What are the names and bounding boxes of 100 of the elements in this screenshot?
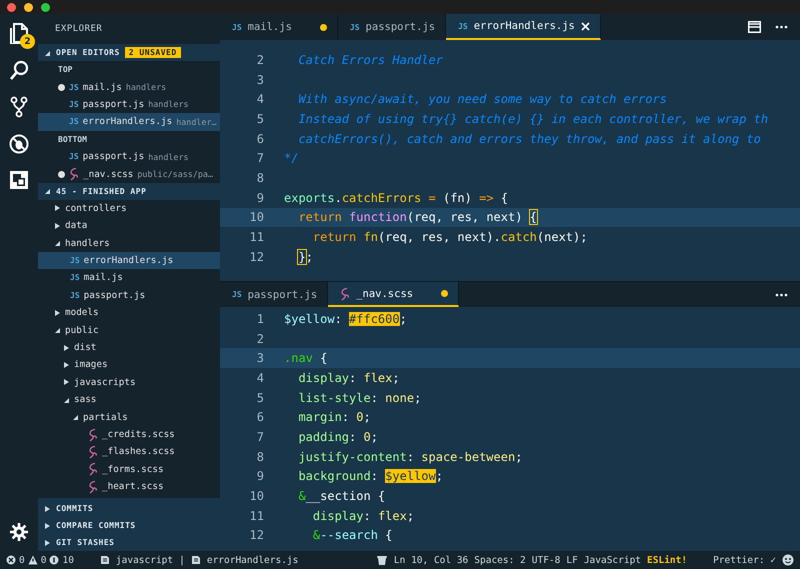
- line-number: 4: [256, 370, 265, 385]
- file-item[interactable]: _credits.scss: [38, 426, 220, 444]
- file-name: passport.js: [84, 290, 146, 301]
- language-mode[interactable]: JavaScript: [584, 554, 642, 566]
- collapsed-arrow-icon[interactable]: [54, 308, 61, 317]
- files-icon[interactable]: [9, 22, 29, 44]
- collapsed-arrow-icon[interactable]: [54, 222, 61, 230]
- folder-name: controllers: [65, 202, 127, 214]
- line-number: 8: [256, 170, 265, 185]
- file-item[interactable]: _heart.scss: [38, 478, 220, 496]
- js-file-icon: JS: [350, 22, 360, 32]
- folder-item[interactable]: dist: [38, 338, 220, 356]
- folder-item[interactable]: public: [38, 321, 220, 339]
- language-scope[interactable]: javascript: [116, 554, 174, 566]
- extensions-icon[interactable]: [9, 170, 29, 190]
- source-control-icon[interactable]: [9, 96, 29, 118]
- line-number: 8: [256, 450, 265, 464]
- project-header[interactable]: 45 - FINISHED APP: [38, 182, 220, 200]
- file-item[interactable]: JS errorHandlers.js: [38, 252, 220, 270]
- section-title: COMMITS: [56, 504, 94, 513]
- file-name: mail.js: [84, 272, 123, 284]
- line-number: 12: [248, 528, 265, 542]
- folder-item[interactable]: models: [38, 304, 220, 322]
- notification-badge: 2: [20, 34, 35, 49]
- folder-name: sass: [74, 394, 96, 406]
- folder-item[interactable]: handlers: [38, 234, 220, 252]
- file-item[interactable]: _forms.scss: [38, 460, 220, 478]
- tab-label: mail.js: [248, 21, 292, 33]
- smiley-icon[interactable]: [782, 554, 794, 566]
- line-number: 7: [256, 430, 265, 444]
- tab-label: _nav.scss: [356, 288, 414, 300]
- expanded-arrow-icon[interactable]: [63, 396, 70, 404]
- line-number: 11: [248, 508, 265, 523]
- warning-icon: [28, 555, 38, 565]
- expanded-arrow-icon[interactable]: [72, 413, 79, 422]
- indentation[interactable]: Spaces: 2: [474, 554, 526, 566]
- split-editor-icon[interactable]: [748, 21, 761, 33]
- line-ending[interactable]: LF: [566, 554, 578, 566]
- open-editors-header[interactable]: OPEN EDITORS 2 UNSAVED: [38, 44, 220, 61]
- bucket-icon: [376, 554, 388, 566]
- collapsed-arrow-icon[interactable]: [54, 204, 61, 212]
- expanded-arrow-icon[interactable]: [54, 239, 61, 248]
- warning-count: 0: [40, 554, 46, 566]
- open-editor-item[interactable]: JS mail.js handlers: [38, 78, 220, 96]
- js-file-icon: JS: [458, 22, 468, 30]
- more-actions-icon[interactable]: [775, 25, 788, 29]
- file-name: errorHandlers.js: [84, 255, 174, 266]
- close-icon[interactable]: [580, 22, 590, 30]
- folder-item[interactable]: partials: [38, 408, 220, 426]
- code-line: */: [284, 151, 298, 166]
- folder-name: images: [74, 359, 108, 370]
- file-path: handler…: [176, 116, 217, 127]
- line-number: 4: [256, 92, 265, 106]
- search-icon[interactable]: [9, 60, 29, 80]
- folder-item[interactable]: javascripts: [38, 374, 220, 392]
- close-window-button[interactable]: [7, 2, 16, 12]
- open-editor-item[interactable]: JS passport.js handlers: [38, 96, 220, 114]
- file-name: _heart.scss: [102, 481, 164, 492]
- more-actions-icon[interactable]: [775, 292, 788, 296]
- js-file-icon: JS: [69, 100, 79, 109]
- no-bug-icon[interactable]: [9, 134, 29, 154]
- open-editor-item[interactable]: JS errorHandlers.js handler…: [38, 113, 220, 131]
- expanded-arrow-icon[interactable]: [44, 48, 51, 56]
- open-editor-item[interactable]: _nav.scss public/sass/pa…: [38, 165, 220, 183]
- js-file-icon: JS: [69, 152, 79, 162]
- code-line: return fn(req, res, next).catch(next);: [312, 230, 588, 244]
- folder-item[interactable]: controllers: [38, 200, 220, 218]
- error-icon: [6, 555, 16, 565]
- open-editor-item[interactable]: JS passport.js handlers: [38, 148, 220, 166]
- line-number: 3: [256, 351, 265, 366]
- expanded-arrow-icon[interactable]: [54, 326, 61, 334]
- editor-tab[interactable]: JS errorHandlers.js: [446, 14, 601, 40]
- file-item[interactable]: JS passport.js: [38, 286, 220, 304]
- code-line: exports.catchErrors = (fn) => {: [284, 190, 508, 205]
- collapsed-arrow-icon[interactable]: [44, 538, 51, 546]
- file-item[interactable]: _flashes.scss: [38, 443, 220, 461]
- collapsed-arrow-icon[interactable]: [63, 378, 70, 386]
- folder-item[interactable]: images: [38, 356, 220, 374]
- editor-tab[interactable]: _nav.scss: [328, 282, 460, 307]
- collapsed-arrow-icon[interactable]: [44, 522, 51, 530]
- sass-file-icon: [88, 480, 98, 494]
- expanded-arrow-icon[interactable]: [44, 187, 51, 196]
- folder-item[interactable]: data: [38, 217, 220, 235]
- encoding[interactable]: UTF-8: [532, 554, 560, 566]
- file-name: _credits.scss: [102, 429, 175, 440]
- file-path: handlers: [148, 152, 189, 162]
- minimize-window-button[interactable]: [24, 2, 33, 12]
- zoom-window-button[interactable]: [41, 2, 50, 12]
- file-name[interactable]: errorHandlers.js: [206, 554, 298, 566]
- settings-icon[interactable]: [10, 523, 28, 541]
- collapsed-arrow-icon[interactable]: [44, 504, 51, 512]
- folder-item[interactable]: sass: [38, 391, 220, 408]
- code-line: display: flex;: [312, 508, 414, 523]
- prettier-status[interactable]: Prettier: ✓: [713, 554, 776, 566]
- file-item[interactable]: JS mail.js: [38, 269, 220, 287]
- cursor-position[interactable]: Ln 10, Col 36: [394, 554, 468, 566]
- folder-name: dist: [74, 342, 96, 354]
- code-line: &__section {: [297, 489, 386, 504]
- eslint-status[interactable]: ESLint!: [647, 554, 688, 566]
- section-title: GIT STASHES: [56, 538, 114, 547]
